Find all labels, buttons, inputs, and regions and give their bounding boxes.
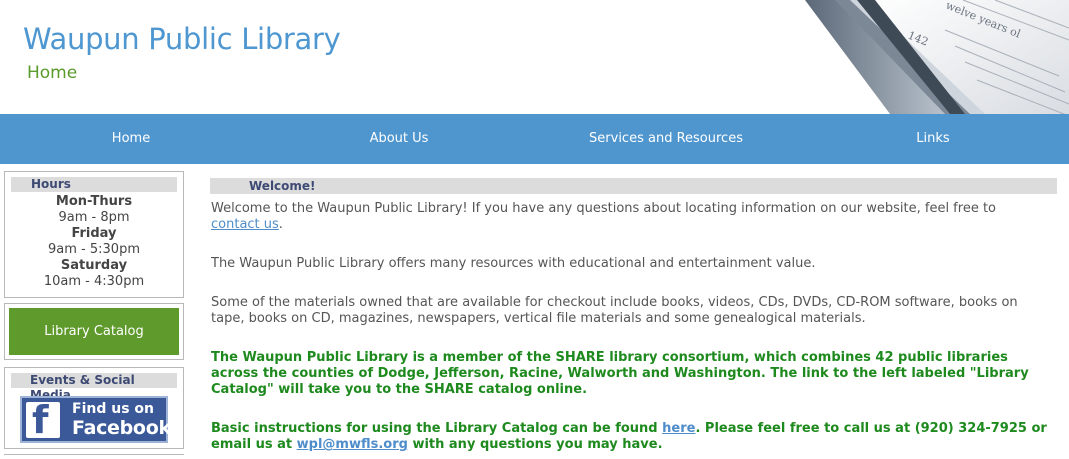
facebook-find-us-text: Find us on [72, 401, 154, 417]
social-box: Events & Social Media f Find us on Faceb… [4, 367, 184, 449]
library-catalog-button[interactable]: Library Catalog [9, 308, 179, 355]
hours-day-monthurs: Mon-Thurs [55, 194, 133, 209]
resources-paragraph: The Waupun Public Library offers many re… [211, 256, 816, 271]
hours-time-monthurs: 9am - 8pm [58, 210, 130, 225]
site-header: Waupun Public Library Home 142 welve yea… [0, 0, 1069, 114]
nav-links[interactable]: Links [802, 114, 1064, 164]
main-nav: Home About Us Services and Resources Lin… [0, 114, 1069, 164]
facebook-badge[interactable]: f Find us on Facebook [20, 396, 171, 443]
materials-paragraph: Some of the materials owned that are ava… [211, 295, 1018, 326]
facebook-icon: f [26, 398, 60, 442]
share-consortium-paragraph: The Waupun Public Library is a member of… [211, 350, 1029, 397]
hours-day-friday: Friday [71, 226, 117, 241]
contact-us-link[interactable]: contact us [211, 217, 279, 232]
catalog-instructions-paragraph: Basic instructions for using the Library… [211, 421, 1047, 452]
sidebar-next-box-edge [4, 454, 184, 459]
site-title[interactable]: Waupun Public Library [23, 22, 341, 56]
email-link[interactable]: wpl@mwfls.org [297, 437, 408, 452]
catalog-box: Library Catalog [4, 303, 184, 360]
intro-paragraph: Welcome to the Waupun Public Library! If… [211, 201, 997, 232]
instructions-here-link[interactable]: here [662, 421, 695, 436]
nav-home[interactable]: Home [0, 114, 262, 164]
nav-about-us[interactable]: About Us [268, 114, 530, 164]
facebook-text: Facebook [72, 417, 171, 439]
hours-time-friday: 9am - 5:30pm [48, 242, 140, 257]
social-title: Events & Social Media [11, 373, 177, 402]
hours-title: Hours [11, 177, 177, 192]
welcome-title: Welcome! [249, 179, 316, 193]
hours-day-saturday: Saturday [60, 258, 128, 273]
welcome-header: Welcome! [210, 178, 1057, 194]
nav-services-resources[interactable]: Services and Resources [535, 114, 797, 164]
hours-time-saturday: 10am - 4:30pm [43, 274, 145, 289]
hours-box: Hours Mon-Thurs 9am - 8pm Friday 9am - 5… [4, 171, 184, 298]
page-subtitle: Home [27, 63, 78, 83]
book-pages-image: 142 welve years ol [795, 0, 1069, 114]
